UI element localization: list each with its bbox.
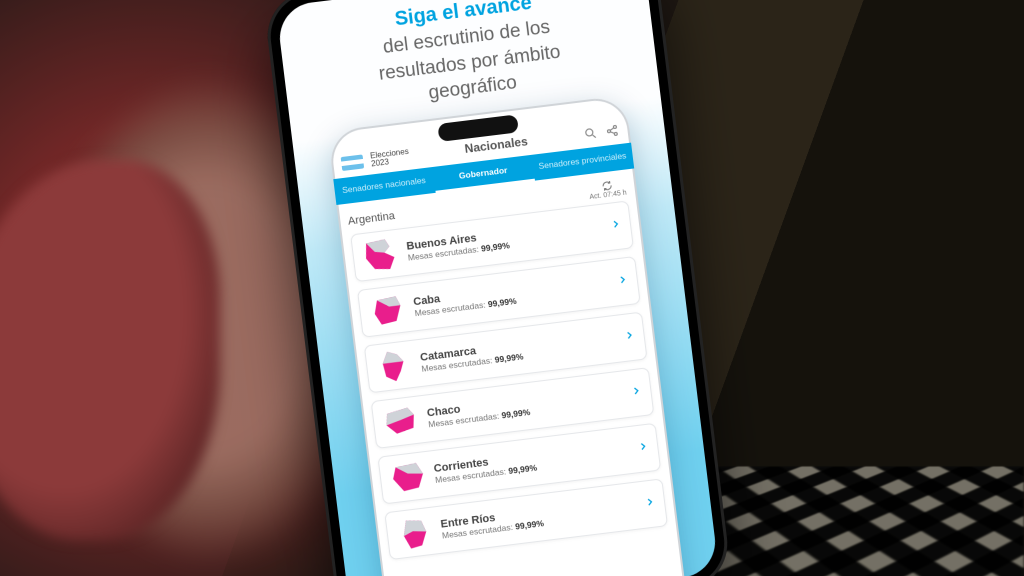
refresh-label: Act. 07:45 h <box>589 190 627 202</box>
province-shape-icon <box>359 236 401 274</box>
chevron-right-icon <box>629 383 643 402</box>
physical-phone: Siga el avance del escrutinio de los res… <box>262 0 732 576</box>
card-body: Entre Ríos Mesas escrutadas: 99,99% <box>440 495 637 541</box>
argentina-flag-icon <box>340 155 364 172</box>
photo-scene: Siga el avance del escrutinio de los res… <box>0 0 1024 576</box>
search-icon[interactable] <box>582 126 598 142</box>
app-mockup: Elecciones 2023 Nacionales Senadores nac… <box>327 95 693 576</box>
sleeve <box>0 160 220 540</box>
chevron-right-icon <box>622 328 636 347</box>
province-pct: 99,99% <box>494 351 524 364</box>
province-shape-icon <box>380 403 422 441</box>
province-list: Buenos Aires Mesas escrutadas: 99,99% <box>340 199 679 571</box>
phone-screen: Siga el avance del escrutinio de los res… <box>276 0 719 576</box>
province-shape-icon <box>366 291 408 329</box>
province-pct: 99,99% <box>515 518 545 531</box>
card-body: Caba Mesas escrutadas: 99,99% <box>413 273 610 319</box>
province-shape-icon <box>394 514 436 552</box>
card-body: Catamarca Mesas escrutadas: 99,99% <box>419 328 616 374</box>
province-pct: 99,99% <box>501 407 531 420</box>
province-pct: 99,99% <box>508 463 538 476</box>
share-icon[interactable] <box>604 123 620 139</box>
chevron-right-icon <box>643 494 657 513</box>
province-shape-icon <box>373 347 415 385</box>
card-body: Chaco Mesas escrutadas: 99,99% <box>426 384 623 430</box>
province-pct: 99,99% <box>487 296 517 309</box>
province-shape-icon <box>387 458 429 496</box>
card-body: Buenos Aires Mesas escrutadas: 99,99% <box>406 217 603 263</box>
refresh-button[interactable]: Act. 07:45 h <box>588 178 627 201</box>
app-brand: Elecciones 2023 <box>370 148 410 169</box>
chevron-right-icon <box>636 439 650 458</box>
chevron-right-icon <box>615 272 629 291</box>
card-body: Corrientes Mesas escrutadas: 99,99% <box>433 439 630 485</box>
chevron-right-icon <box>609 216 623 235</box>
province-pct: 99,99% <box>480 240 510 253</box>
breadcrumb: Argentina <box>347 210 395 228</box>
